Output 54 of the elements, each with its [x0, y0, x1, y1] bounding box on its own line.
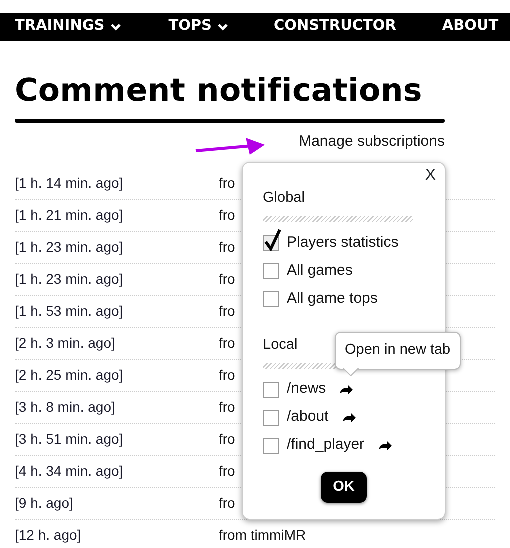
close-button[interactable]: X	[425, 168, 436, 184]
tooltip-pointer-icon	[343, 368, 359, 376]
time-text: [9 h. ago]	[15, 494, 74, 513]
chevron-down-icon	[110, 24, 121, 30]
ok-button[interactable]: OK	[321, 472, 367, 504]
checkbox[interactable]	[263, 262, 279, 279]
section-heading: Global	[263, 189, 305, 208]
chevron-down-icon	[218, 24, 228, 30]
section-heading: Local	[263, 336, 298, 355]
checkbox-label: /news	[287, 379, 326, 400]
checkmark-icon	[264, 228, 282, 251]
checkbox-label: Players statistics	[287, 232, 399, 252]
time-text: [3 h. 51 min. ago]	[15, 430, 124, 449]
page-title: Comment notifications	[15, 76, 424, 108]
checkbox-label: /find_player	[287, 435, 365, 456]
nav-link[interactable]: TRAININGS	[15, 16, 121, 38]
checkbox[interactable]	[263, 382, 279, 398]
sender-text: fro	[219, 334, 236, 353]
sender-text: fro	[219, 174, 236, 193]
sender-text: fro	[219, 430, 236, 449]
sender-text: fro	[219, 494, 236, 513]
checkbox[interactable]	[263, 438, 279, 454]
sender-text: fro	[219, 206, 236, 225]
time-text: [3 h. 8 min. ago]	[15, 398, 116, 417]
sender-text: fro	[219, 366, 236, 385]
sender-text: fro	[219, 238, 236, 257]
time-text: [12 h. ago]	[15, 526, 82, 545]
pointer-arrow-icon	[194, 136, 266, 156]
time-text: [2 h. 25 min. ago]	[15, 366, 124, 385]
time-text: [4 h. 34 min. ago]	[15, 462, 124, 481]
share-arrow-icon[interactable]	[342, 412, 356, 422]
checkbox-label: All game tops	[287, 288, 378, 308]
checkbox-label: /about	[287, 407, 329, 428]
checkbox-label: All games	[287, 260, 353, 280]
sender-text: fro	[219, 462, 236, 481]
checkbox[interactable]	[263, 290, 279, 307]
tooltip: Open in new tab	[335, 332, 461, 370]
nav-link[interactable]: ABOUT	[442, 16, 499, 38]
share-arrow-icon[interactable]	[340, 384, 354, 394]
time-text: [1 h. 23 min. ago]	[15, 238, 124, 257]
time-text: [1 h. 53 min. ago]	[15, 302, 124, 321]
share-arrow-icon[interactable]	[378, 440, 392, 450]
nav-link[interactable]: TOPS	[168, 16, 228, 38]
time-text: [1 h. 14 min. ago]	[15, 174, 124, 193]
sender-text: fro	[219, 270, 236, 289]
time-text: [1 h. 21 min. ago]	[15, 206, 124, 225]
sender-text: from timmiMR	[219, 526, 306, 545]
nav-link[interactable]: CONSTRUCTOR	[274, 16, 396, 38]
manage-subscriptions-link[interactable]: Manage subscriptions	[299, 130, 445, 153]
sender-text: fro	[219, 302, 236, 321]
checkbox[interactable]	[263, 410, 279, 426]
time-text: [1 h. 23 min. ago]	[15, 270, 124, 289]
sender-text: fro	[219, 398, 236, 417]
time-text: [2 h. 3 min. ago]	[15, 334, 116, 353]
